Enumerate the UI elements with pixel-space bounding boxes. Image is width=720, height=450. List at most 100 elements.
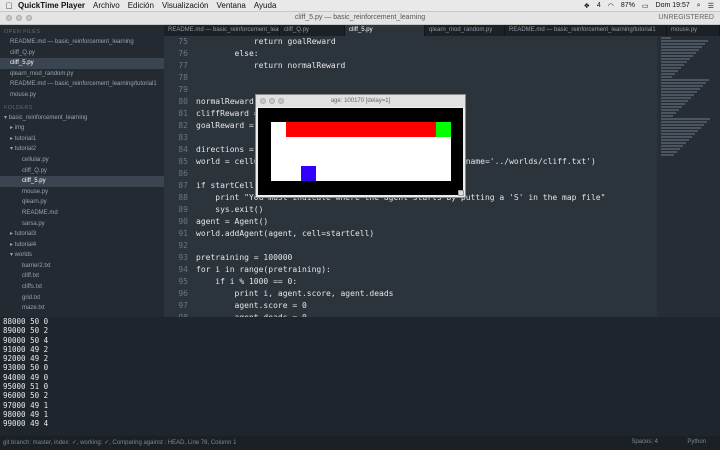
line-number: 86: [178, 169, 188, 178]
minimap-line: [661, 100, 688, 102]
menu-edicion[interactable]: Edición: [128, 1, 154, 10]
sidebar-open-file[interactable]: README.md — basic_reinforcement_learning: [0, 37, 164, 48]
line-number: 80: [178, 97, 188, 106]
file-item-active[interactable]: cliff_5.py: [0, 176, 164, 187]
code-line[interactable]: [196, 72, 657, 84]
file-item[interactable]: mouse.py: [0, 187, 164, 198]
minimap-line: [661, 67, 681, 69]
minimap-line: [661, 79, 709, 81]
minimap-line: [661, 148, 680, 150]
minimap-line: [661, 55, 693, 57]
minimap-line: [661, 49, 699, 51]
file-item[interactable]: cliffs.txt: [0, 282, 164, 293]
minimap-line: [661, 97, 691, 99]
tab-cliff-q[interactable]: cliff_Q.py: [280, 25, 345, 36]
tab-readme-tutorial1[interactable]: README.md — basic_reinforcement_learning…: [505, 25, 667, 36]
battery-icon[interactable]: ▭: [642, 2, 649, 10]
folder-worlds[interactable]: ▾ worlds: [0, 250, 164, 261]
folder-tutorial2[interactable]: ▾ tutorial2: [0, 144, 164, 155]
code-line[interactable]: [196, 240, 657, 252]
line-number: 92: [178, 241, 188, 250]
folder-tutorial1[interactable]: ▸ tutorial1: [0, 134, 164, 145]
goal-cell: [436, 122, 451, 137]
minimap-line: [661, 64, 684, 66]
console-line: 97000 49 1: [3, 400, 49, 410]
file-item[interactable]: cliff_Q.py: [0, 166, 164, 177]
resize-handle[interactable]: [458, 190, 464, 196]
minimap-line: [661, 76, 672, 78]
minimap-line: [661, 91, 697, 93]
open-files-header: OPEN FILES: [4, 29, 41, 35]
wifi-icon[interactable]: ◠: [608, 2, 614, 10]
file-item[interactable]: sarsa.py: [0, 219, 164, 230]
menu-ventana[interactable]: Ventana: [216, 1, 245, 10]
apple-menu-icon[interactable]: : [0, 1, 18, 11]
minimap-line: [661, 70, 678, 72]
code-line[interactable]: pretraining = 100000: [196, 252, 657, 264]
file-item[interactable]: qlearn.py: [0, 197, 164, 208]
folder-img[interactable]: ▸ img: [0, 123, 164, 134]
search-icon[interactable]: ⌕: [697, 2, 701, 10]
file-item[interactable]: cellular.py: [0, 155, 164, 166]
menu-list-icon[interactable]: ☰: [708, 2, 714, 10]
minimap[interactable]: [657, 36, 720, 317]
file-item[interactable]: README.md: [0, 208, 164, 219]
sidebar-open-file[interactable]: qlearn_mod_random.py: [0, 69, 164, 80]
console-line: 95000 51 0: [3, 382, 49, 392]
file-item[interactable]: cliff.txt: [0, 271, 164, 282]
code-line[interactable]: print i, agent.score, agent.deads: [196, 288, 657, 300]
wifi-count[interactable]: 4: [597, 2, 601, 9]
minimap-line: [661, 142, 686, 144]
sidebar-open-file[interactable]: README.md — basic_reinforcement_learning…: [0, 79, 164, 90]
tab-qlearn-mod-random[interactable]: qlearn_mod_random.py: [425, 25, 505, 36]
sidebar-open-file[interactable]: mouse.py: [0, 90, 164, 101]
game-zoom-button[interactable]: [278, 98, 284, 104]
syntax-setting[interactable]: Python: [687, 439, 706, 445]
window-title: cliff_5.py — basic_reinforcement_learnin…: [294, 14, 426, 21]
folder-root[interactable]: ▾ basic_reinforcement_learning: [0, 113, 164, 124]
tab-readme[interactable]: README.md — basic_reinforcement_learning: [164, 25, 280, 36]
line-number: 91: [178, 229, 188, 238]
battery-percent[interactable]: 87%: [621, 2, 635, 9]
code-line[interactable]: else:: [196, 48, 657, 60]
console-line: 99000 49 4: [3, 419, 49, 429]
folder-tutorial3[interactable]: ▸ tutorial3: [0, 229, 164, 240]
unregistered-label: UNREGISTERED: [658, 14, 714, 21]
folder-tutorial4[interactable]: ▸ tutorial4: [0, 240, 164, 251]
file-item[interactable]: maze.txt: [0, 303, 164, 314]
game-close-button[interactable]: [260, 98, 266, 104]
app-menu[interactable]: QuickTime Player: [18, 1, 85, 10]
tab-cliff-5[interactable]: cliff_5.py: [345, 25, 425, 36]
game-window[interactable]: age: 100170 [delay=1]: [255, 94, 466, 198]
clock[interactable]: Dom 19:57: [656, 2, 690, 9]
tab-mouse[interactable]: mouse.py: [667, 25, 720, 36]
minimap-line: [661, 106, 682, 108]
minimap-line: [661, 61, 687, 63]
dropbox-icon[interactable]: ❖: [584, 2, 590, 10]
line-number: 82: [178, 121, 188, 130]
code-line[interactable]: agent = Agent(): [196, 216, 657, 228]
game-minimize-button[interactable]: [269, 98, 275, 104]
sidebar-open-file[interactable]: cliff_Q.py: [0, 48, 164, 59]
sidebar-open-file-active[interactable]: cliff_5.py: [0, 58, 164, 69]
code-line[interactable]: if i % 1000 == 0:: [196, 276, 657, 288]
code-line[interactable]: agent.score = 0: [196, 300, 657, 312]
code-line[interactable]: return goalReward: [196, 36, 657, 48]
console-line: 90000 50 4: [3, 335, 49, 345]
file-item[interactable]: barrier2.txt: [0, 261, 164, 272]
code-line[interactable]: return normalReward: [196, 60, 657, 72]
code-line[interactable]: for i in range(pretraining):: [196, 264, 657, 276]
console-output: 88000 50 0 89000 50 2 90000 50 4 91000 4…: [0, 317, 720, 436]
cliff-cells: [286, 122, 436, 137]
code-line[interactable]: sys.exit(): [196, 204, 657, 216]
indent-setting[interactable]: Spaces: 4: [631, 439, 658, 445]
menu-archivo[interactable]: Archivo: [93, 1, 120, 10]
sidebar: OPEN FILES README.md — basic_reinforceme…: [0, 25, 164, 317]
menu-ayuda[interactable]: Ayuda: [254, 1, 277, 10]
line-number-gutter: 75 76 77 78 79 80 81 82 83 84 85 86 87 88 89 90 91 92 93 94…: [164, 36, 188, 317]
minimap-line: [661, 73, 675, 75]
file-item[interactable]: grid.txt: [0, 293, 164, 304]
line-number: 94: [178, 265, 188, 274]
menu-visualizacion[interactable]: Visualización: [162, 1, 209, 10]
code-line[interactable]: world.addAgent(agent, cell=startCell): [196, 228, 657, 240]
